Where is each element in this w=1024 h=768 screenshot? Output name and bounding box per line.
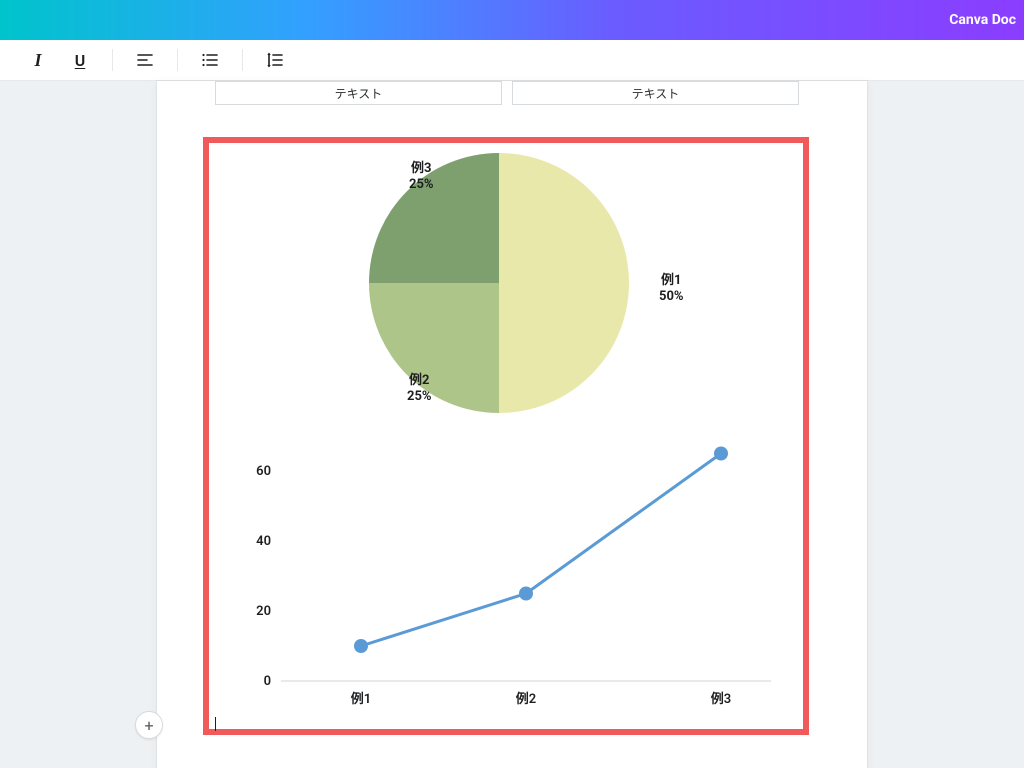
document-page[interactable]: テキスト テキスト 例1 50% 例2 25% 例3 (157, 81, 867, 768)
list-button[interactable] (200, 50, 220, 70)
pie-slice-label: 例2 25% (407, 373, 432, 406)
italic-button[interactable]: I (28, 50, 48, 70)
y-tick: 20 (256, 604, 271, 619)
pie-slice-pct: 25% (407, 389, 432, 404)
text-template-label: テキスト (632, 85, 680, 102)
underline-button[interactable]: U (70, 50, 90, 70)
formatting-toolbar: I U (0, 40, 1024, 81)
line-series (361, 454, 721, 647)
pie-slice-pct: 50% (659, 289, 684, 304)
line-chart[interactable]: 0 20 40 60 例1 例2 例3 (231, 431, 781, 721)
pie-slice-name: 例2 (409, 373, 429, 388)
x-tick: 例3 (711, 691, 731, 707)
pie-chart[interactable]: 例1 50% 例2 25% 例3 25% (369, 153, 629, 413)
line-spacing-icon (266, 51, 284, 69)
y-tick: 60 (256, 464, 271, 479)
data-point (519, 587, 533, 601)
add-element-button[interactable]: + (135, 711, 163, 739)
toolbar-separator (177, 49, 178, 71)
data-point (354, 639, 368, 653)
app-header: Canva Doc (0, 0, 1024, 40)
y-tick: 40 (256, 534, 271, 549)
text-template-left[interactable]: テキスト (215, 81, 502, 105)
pie-slice-label: 例3 25% (409, 161, 434, 194)
data-point (714, 447, 728, 461)
template-row: テキスト テキスト (215, 81, 799, 105)
line-spacing-button[interactable] (265, 50, 285, 70)
x-tick: 例2 (516, 691, 536, 707)
x-tick: 例1 (351, 691, 371, 707)
pie-slice-name: 例3 (411, 161, 431, 176)
y-tick: 0 (264, 674, 271, 689)
align-left-icon (136, 51, 154, 69)
toolbar-separator (112, 49, 113, 71)
plus-icon: + (144, 716, 153, 735)
align-left-button[interactable] (135, 50, 155, 70)
app-title: Canva Doc (949, 12, 1016, 28)
selected-chart-block[interactable]: 例1 50% 例2 25% 例3 25% 0 20 (203, 137, 809, 735)
text-template-label: テキスト (335, 85, 383, 102)
list-icon (201, 51, 219, 69)
pie-slice-name: 例1 (661, 273, 681, 288)
text-caret (215, 717, 216, 731)
toolbar-separator (242, 49, 243, 71)
text-template-right[interactable]: テキスト (512, 81, 799, 105)
line-chart-svg: 0 20 40 60 例1 例2 例3 (231, 431, 781, 721)
pie-slice-pct: 25% (409, 177, 434, 192)
pie-slice-label: 例1 50% (659, 273, 684, 306)
workspace: テキスト テキスト 例1 50% 例2 25% 例3 (0, 81, 1024, 768)
